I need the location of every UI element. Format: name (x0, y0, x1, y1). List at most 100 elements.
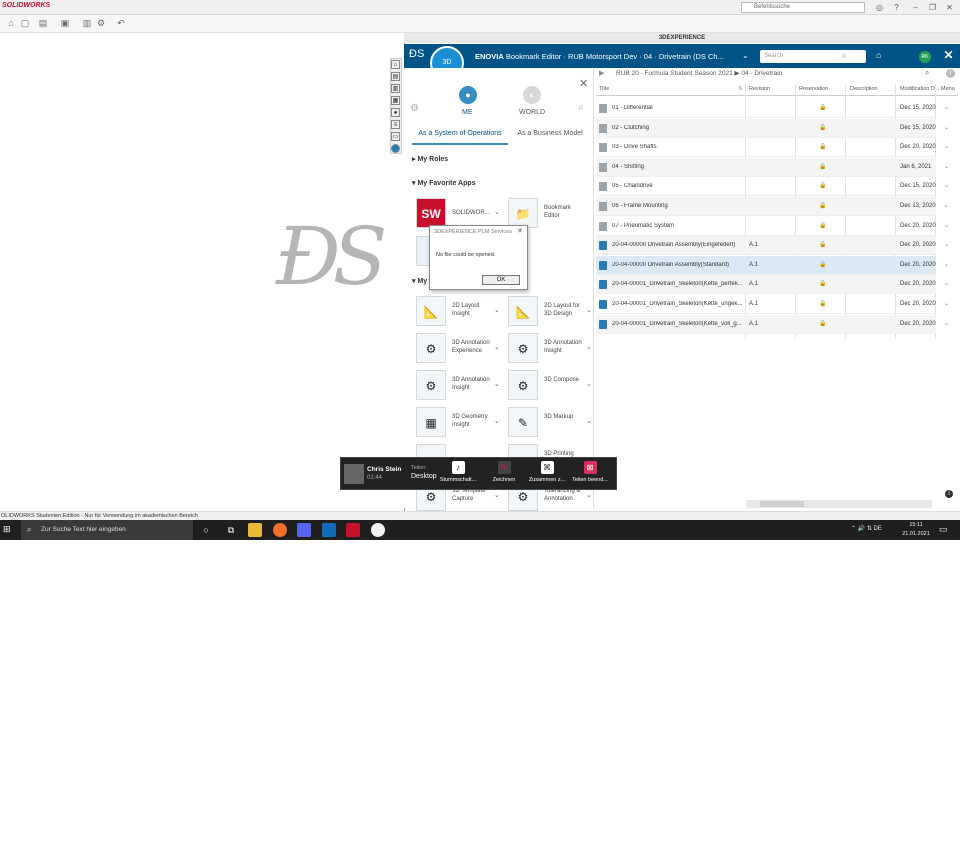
system-tray[interactable]: ⌃ 🔊 ⇅ DE (851, 525, 882, 532)
row-menu-icon[interactable]: ⌄ (944, 182, 949, 189)
discord-icon[interactable] (297, 523, 311, 537)
lock-icon[interactable]: 🔒 (819, 320, 826, 327)
taskbar-clock[interactable]: 15:11 21.01.2021 (900, 521, 932, 539)
chevron-down-icon[interactable]: ⌄ (586, 417, 592, 425)
file-explorer-icon[interactable]: ▦ (391, 96, 400, 105)
tab-business-model[interactable]: As a Business Model (512, 127, 588, 145)
undo-icon[interactable]: ↶ (116, 18, 126, 28)
me-label[interactable]: ME (462, 109, 473, 116)
row-menu-icon[interactable]: ⌄ (944, 241, 949, 248)
appearances-icon[interactable]: ● (391, 108, 400, 117)
taskbar-search-input[interactable]: Zur Suche Text hier eingeben (21, 520, 193, 540)
solidworks-logo[interactable]: SOLIDWORKS (2, 2, 50, 9)
row-menu-icon[interactable]: ⌄ (944, 143, 949, 150)
dialog-close-icon[interactable]: ✕ (517, 227, 523, 235)
outlook-icon[interactable] (322, 523, 336, 537)
control-button[interactable]: ⌘ Zusammen z... (527, 461, 567, 489)
sort-icon[interactable]: ⇅ (738, 86, 743, 92)
row-menu-icon[interactable]: ⌄ (944, 222, 949, 229)
row-title[interactable]: 20-04-00001_Drivetrain_Skeleton(Kette_un… (612, 301, 742, 307)
chevron-down-icon[interactable]: ⌄ (742, 51, 749, 60)
lock-icon[interactable]: 🔒 (819, 163, 826, 170)
panel-search-icon[interactable]: ⌕ (578, 102, 584, 113)
world-globe-icon[interactable]: ◐ (523, 86, 541, 104)
new-file-icon[interactable]: ▢ (20, 18, 30, 28)
app-tile[interactable]: ⚙ 3D Compose ⌄ (508, 370, 594, 402)
user-icon[interactable]: ◎ (874, 2, 885, 13)
app-tile[interactable]: ⚙ 3D Annotation Insight ⌄ (508, 333, 594, 365)
chevron-down-icon[interactable]: ⌄ (494, 417, 500, 425)
me-person-icon[interactable]: ● (459, 86, 477, 104)
notifications-icon[interactable]: ▭ (939, 524, 948, 535)
lock-icon[interactable]: 🔒 (819, 241, 826, 248)
row-menu-icon[interactable]: ⌄ (944, 320, 949, 327)
ok-button[interactable]: OK (482, 275, 520, 285)
table-row[interactable]: 03 - Drive Shafts 🔒 Dec 20, 2020 ⌄ (596, 138, 949, 158)
lock-icon[interactable]: 🔒 (819, 300, 826, 307)
help-icon[interactable]: ? (891, 2, 902, 13)
world-label[interactable]: WORLD (519, 109, 545, 116)
row-title[interactable]: 20-04-00001_Drivetrain_Skeleton(Kette_vo… (612, 321, 742, 327)
col-menu[interactable]: Menu (941, 86, 955, 92)
col-title[interactable]: Title (599, 86, 609, 92)
home-icon[interactable]: ⌂ (6, 18, 16, 28)
tag-icon[interactable]: ⌂ (876, 50, 881, 60)
lock-icon[interactable]: 🔒 (819, 124, 826, 131)
file-explorer-icon[interactable] (248, 523, 262, 537)
chevron-down-icon[interactable]: ⌄ (494, 343, 500, 351)
row-menu-icon[interactable]: ⌄ (944, 202, 949, 209)
breadcrumb-root[interactable]: RUB 20 - Formula Student Season 2021 (616, 70, 733, 77)
app-tile[interactable]: ▦ 3D Geometry Insight ⌄ (416, 407, 502, 439)
row-title[interactable]: 06 - Frame Mounting (612, 203, 742, 209)
app-tile[interactable]: 📐 2D Layout Insight ⌄ (416, 296, 502, 328)
design-library-icon[interactable]: ▥ (391, 84, 400, 93)
print-icon[interactable]: ▥ (82, 18, 92, 28)
row-menu-icon[interactable]: ⌄ (944, 163, 949, 170)
input-language[interactable]: DE (874, 526, 882, 532)
chrome-icon[interactable] (371, 523, 385, 537)
minimize-icon[interactable]: – (910, 2, 921, 13)
table-row[interactable]: 04 - Shifting 🔒 Jan 6, 2021 ⌄ (596, 157, 949, 177)
lock-icon[interactable]: 🔒 (819, 280, 826, 287)
search-icon[interactable]: ⌕ (842, 51, 846, 61)
col-revision[interactable]: Revision (749, 86, 770, 92)
my-favorite-apps-section[interactable]: ▾ My Favorite Apps (412, 179, 476, 187)
row-title[interactable]: 05 - Chaindrive (612, 183, 742, 189)
breadcrumb-current[interactable]: 04 - Drivetrain (741, 70, 782, 77)
cortana-icon[interactable]: ○ (199, 523, 213, 537)
lock-icon[interactable]: 🔒 (819, 261, 826, 268)
lock-icon[interactable]: 🔒 (819, 222, 826, 229)
col-description[interactable]: Description (850, 86, 878, 92)
table-row[interactable]: 20-04-00001_Drivetrain_Skeleton(Kette_vo… (596, 314, 949, 334)
row-menu-icon[interactable]: ⌄ (944, 261, 949, 268)
solidworks-taskbar-icon[interactable] (346, 523, 360, 537)
firefox-icon[interactable] (273, 523, 287, 537)
table-row[interactable]: 20-04-00001_Drivetrain_Skeleton(Kette_pe… (596, 275, 949, 295)
view-palette-icon[interactable]: ▭ (391, 132, 400, 141)
lock-icon[interactable]: 🔒 (819, 143, 826, 150)
info-icon[interactable]: i (945, 490, 953, 498)
table-row[interactable]: 02 - Clutching 🔒 Dec 15, 2020 ⌄ (596, 118, 949, 138)
scrollbar-thumb[interactable] (760, 501, 804, 507)
draw-button[interactable]: ✎ Zeichnen (484, 461, 524, 489)
chevron-down-icon[interactable]: ⌄ (586, 380, 592, 388)
row-menu-icon[interactable]: ⌄ (944, 104, 949, 111)
row-title[interactable]: 01 - Differential (612, 105, 742, 111)
play-icon[interactable]: ▶ (599, 69, 604, 77)
chevron-down-icon[interactable]: ⌄ (494, 491, 500, 499)
chevron-down-icon[interactable]: ⌄ (494, 208, 500, 216)
table-row[interactable]: 06 - Frame Mounting 🔒 Dec 13, 2020 ⌄ (596, 197, 949, 216)
row-menu-icon[interactable]: ⌄ (944, 124, 949, 131)
close-pane-icon[interactable]: ✕ (941, 48, 956, 63)
command-search-input[interactable]: Befehlssuche (741, 2, 865, 13)
resources-tab-icon[interactable]: ▤ (391, 72, 400, 81)
custom-props-icon[interactable]: ≡ (391, 120, 400, 129)
row-title[interactable]: 02 - Clutching (612, 125, 742, 131)
app-tile[interactable]: 📐 2D Layout for 3D Design ⌄ (508, 296, 594, 328)
close-icon[interactable]: ✕ (944, 2, 955, 13)
row-title[interactable]: 07 - Pneumatic System (612, 223, 742, 229)
app-tile[interactable]: ⚙ 3D Annotation Experience ⌄ (416, 333, 502, 365)
chevron-down-icon[interactable]: ⌄ (494, 380, 500, 388)
app-tile[interactable]: ⚙ 3D Annotation Insight ⌄ (416, 370, 502, 402)
row-title[interactable]: 20-04-00001_Drivetrain_Skeleton(Kette_pe… (612, 281, 742, 287)
